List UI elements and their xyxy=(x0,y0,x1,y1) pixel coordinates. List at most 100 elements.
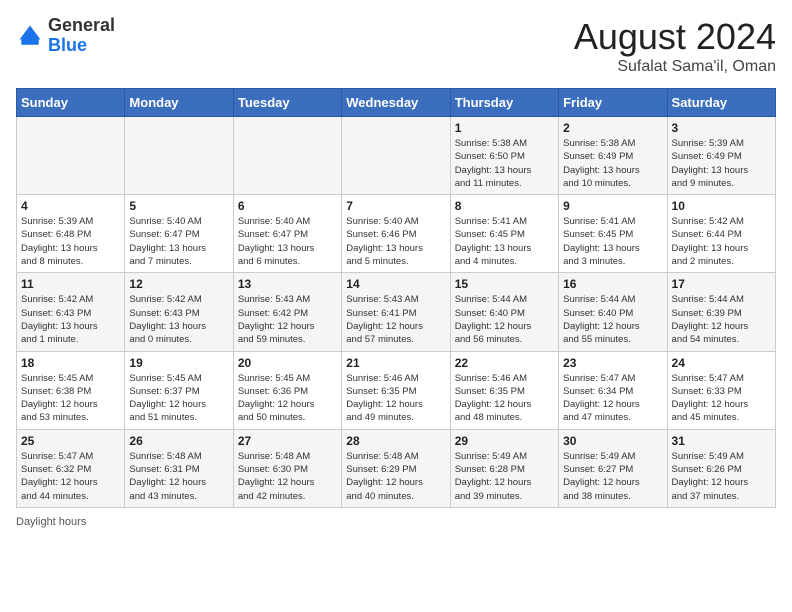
calendar-cell: 11 Sunrise: 5:42 AM Sunset: 6:43 PM Dayli… xyxy=(17,273,125,351)
weekday-header-wednesday: Wednesday xyxy=(342,89,450,117)
logo-general-text: General xyxy=(48,15,115,35)
day-number: 28 xyxy=(346,434,445,448)
day-number: 7 xyxy=(346,199,445,213)
weekday-header-row: SundayMondayTuesdayWednesdayThursdayFrid… xyxy=(17,89,776,117)
calendar-cell: 15 Sunrise: 5:44 AM Sunset: 6:40 PM Dayli… xyxy=(450,273,558,351)
day-number: 27 xyxy=(238,434,337,448)
day-info: Sunrise: 5:48 AM Sunset: 6:29 PM Dayligh… xyxy=(346,450,445,503)
day-number: 24 xyxy=(672,356,771,370)
calendar-subtitle: Sufalat Sama'il, Oman xyxy=(574,58,776,76)
day-info: Sunrise: 5:40 AM Sunset: 6:46 PM Dayligh… xyxy=(346,215,445,268)
day-number: 21 xyxy=(346,356,445,370)
calendar-cell xyxy=(125,117,233,195)
day-number: 9 xyxy=(563,199,662,213)
day-number: 26 xyxy=(129,434,228,448)
calendar-cell: 29Sunrise: 5:49 AM Sunset: 6:28 PM Dayli… xyxy=(450,429,558,507)
day-number: 13 xyxy=(238,277,337,291)
weekday-header-friday: Friday xyxy=(559,89,667,117)
day-number: 14 xyxy=(346,277,445,291)
calendar-title: August 2024 xyxy=(574,16,776,58)
calendar-cell: 14 Sunrise: 5:43 AM Sunset: 6:41 PM Dayli… xyxy=(342,273,450,351)
day-number: 25 xyxy=(21,434,120,448)
calendar-cell: 26 Sunrise: 5:48 AM Sunset: 6:31 PM Dayli… xyxy=(125,429,233,507)
calendar-cell: 9 Sunrise: 5:41 AM Sunset: 6:45 PM Daylig… xyxy=(559,195,667,273)
weekday-header-sunday: Sunday xyxy=(17,89,125,117)
weekday-header-saturday: Saturday xyxy=(667,89,775,117)
day-info: Sunrise: 5:38 AM Sunset: 6:50 PM Dayligh… xyxy=(455,137,554,190)
page-header: General Blue August 2024 Sufalat Sama'il… xyxy=(16,16,776,76)
calendar-cell: 27Sunrise: 5:48 AM Sunset: 6:30 PM Dayli… xyxy=(233,429,341,507)
title-block: August 2024 Sufalat Sama'il, Oman xyxy=(574,16,776,76)
calendar-week-row: 1 Sunrise: 5:38 AM Sunset: 6:50 PM Daylig… xyxy=(17,117,776,195)
day-number: 18 xyxy=(21,356,120,370)
calendar-cell: 12 Sunrise: 5:42 AM Sunset: 6:43 PM Dayli… xyxy=(125,273,233,351)
weekday-header-thursday: Thursday xyxy=(450,89,558,117)
calendar-cell: 6Sunrise: 5:40 AM Sunset: 6:47 PM Daylig… xyxy=(233,195,341,273)
calendar-cell: 23 Sunrise: 5:47 AM Sunset: 6:34 PM Dayli… xyxy=(559,351,667,429)
day-info: Sunrise: 5:47 AM Sunset: 6:34 PM Dayligh… xyxy=(563,372,662,425)
calendar-cell: 5 Sunrise: 5:40 AM Sunset: 6:47 PM Daylig… xyxy=(125,195,233,273)
calendar-cell: 22Sunrise: 5:46 AM Sunset: 6:35 PM Dayli… xyxy=(450,351,558,429)
day-info: Sunrise: 5:44 AM Sunset: 6:40 PM Dayligh… xyxy=(563,293,662,346)
day-number: 22 xyxy=(455,356,554,370)
day-info: Sunrise: 5:44 AM Sunset: 6:39 PM Dayligh… xyxy=(672,293,771,346)
day-info: Sunrise: 5:45 AM Sunset: 6:38 PM Dayligh… xyxy=(21,372,120,425)
day-number: 16 xyxy=(563,277,662,291)
weekday-header-tuesday: Tuesday xyxy=(233,89,341,117)
calendar-cell: 10Sunrise: 5:42 AM Sunset: 6:44 PM Dayli… xyxy=(667,195,775,273)
calendar-cell: 16 Sunrise: 5:44 AM Sunset: 6:40 PM Dayli… xyxy=(559,273,667,351)
day-info: Sunrise: 5:42 AM Sunset: 6:43 PM Dayligh… xyxy=(21,293,120,346)
day-number: 4 xyxy=(21,199,120,213)
logo-blue-text: Blue xyxy=(48,35,87,55)
calendar-cell xyxy=(233,117,341,195)
daylight-label: Daylight hours xyxy=(16,516,86,528)
day-number: 23 xyxy=(563,356,662,370)
calendar-cell: 2Sunrise: 5:38 AM Sunset: 6:49 PM Daylig… xyxy=(559,117,667,195)
day-number: 30 xyxy=(563,434,662,448)
day-info: Sunrise: 5:42 AM Sunset: 6:43 PM Dayligh… xyxy=(129,293,228,346)
day-number: 3 xyxy=(672,121,771,135)
day-info: Sunrise: 5:47 AM Sunset: 6:33 PM Dayligh… xyxy=(672,372,771,425)
logo-icon xyxy=(16,22,44,50)
day-number: 15 xyxy=(455,277,554,291)
day-number: 8 xyxy=(455,199,554,213)
day-number: 19 xyxy=(129,356,228,370)
day-info: Sunrise: 5:46 AM Sunset: 6:35 PM Dayligh… xyxy=(346,372,445,425)
day-number: 17 xyxy=(672,277,771,291)
calendar-cell: 8 Sunrise: 5:41 AM Sunset: 6:45 PM Daylig… xyxy=(450,195,558,273)
day-number: 5 xyxy=(129,199,228,213)
day-info: Sunrise: 5:49 AM Sunset: 6:27 PM Dayligh… xyxy=(563,450,662,503)
weekday-header-monday: Monday xyxy=(125,89,233,117)
calendar-cell: 17 Sunrise: 5:44 AM Sunset: 6:39 PM Dayli… xyxy=(667,273,775,351)
day-info: Sunrise: 5:45 AM Sunset: 6:36 PM Dayligh… xyxy=(238,372,337,425)
calendar-cell: 28 Sunrise: 5:48 AM Sunset: 6:29 PM Dayli… xyxy=(342,429,450,507)
logo: General Blue xyxy=(16,16,115,56)
day-info: Sunrise: 5:44 AM Sunset: 6:40 PM Dayligh… xyxy=(455,293,554,346)
day-number: 10 xyxy=(672,199,771,213)
day-info: Sunrise: 5:39 AM Sunset: 6:49 PM Dayligh… xyxy=(672,137,771,190)
calendar-cell: 21 Sunrise: 5:46 AM Sunset: 6:35 PM Dayli… xyxy=(342,351,450,429)
calendar-cell: 4Sunrise: 5:39 AM Sunset: 6:48 PM Daylig… xyxy=(17,195,125,273)
day-info: Sunrise: 5:43 AM Sunset: 6:41 PM Dayligh… xyxy=(346,293,445,346)
day-info: Sunrise: 5:41 AM Sunset: 6:45 PM Dayligh… xyxy=(563,215,662,268)
calendar-cell: 13 Sunrise: 5:43 AM Sunset: 6:42 PM Dayli… xyxy=(233,273,341,351)
calendar-cell: 1 Sunrise: 5:38 AM Sunset: 6:50 PM Daylig… xyxy=(450,117,558,195)
day-info: Sunrise: 5:48 AM Sunset: 6:31 PM Dayligh… xyxy=(129,450,228,503)
calendar-cell: 30 Sunrise: 5:49 AM Sunset: 6:27 PM Dayli… xyxy=(559,429,667,507)
calendar-week-row: 18 Sunrise: 5:45 AM Sunset: 6:38 PM Dayli… xyxy=(17,351,776,429)
day-info: Sunrise: 5:38 AM Sunset: 6:49 PM Dayligh… xyxy=(563,137,662,190)
day-info: Sunrise: 5:41 AM Sunset: 6:45 PM Dayligh… xyxy=(455,215,554,268)
day-number: 11 xyxy=(21,277,120,291)
day-number: 12 xyxy=(129,277,228,291)
day-info: Sunrise: 5:40 AM Sunset: 6:47 PM Dayligh… xyxy=(129,215,228,268)
calendar-cell: 31Sunrise: 5:49 AM Sunset: 6:26 PM Dayli… xyxy=(667,429,775,507)
calendar-week-row: 4Sunrise: 5:39 AM Sunset: 6:48 PM Daylig… xyxy=(17,195,776,273)
day-number: 1 xyxy=(455,121,554,135)
day-info: Sunrise: 5:40 AM Sunset: 6:47 PM Dayligh… xyxy=(238,215,337,268)
calendar-cell xyxy=(342,117,450,195)
day-info: Sunrise: 5:49 AM Sunset: 6:28 PM Dayligh… xyxy=(455,450,554,503)
calendar-cell: 18 Sunrise: 5:45 AM Sunset: 6:38 PM Dayli… xyxy=(17,351,125,429)
calendar-week-row: 25Sunrise: 5:47 AM Sunset: 6:32 PM Dayli… xyxy=(17,429,776,507)
day-info: Sunrise: 5:43 AM Sunset: 6:42 PM Dayligh… xyxy=(238,293,337,346)
calendar-cell: 24 Sunrise: 5:47 AM Sunset: 6:33 PM Dayli… xyxy=(667,351,775,429)
